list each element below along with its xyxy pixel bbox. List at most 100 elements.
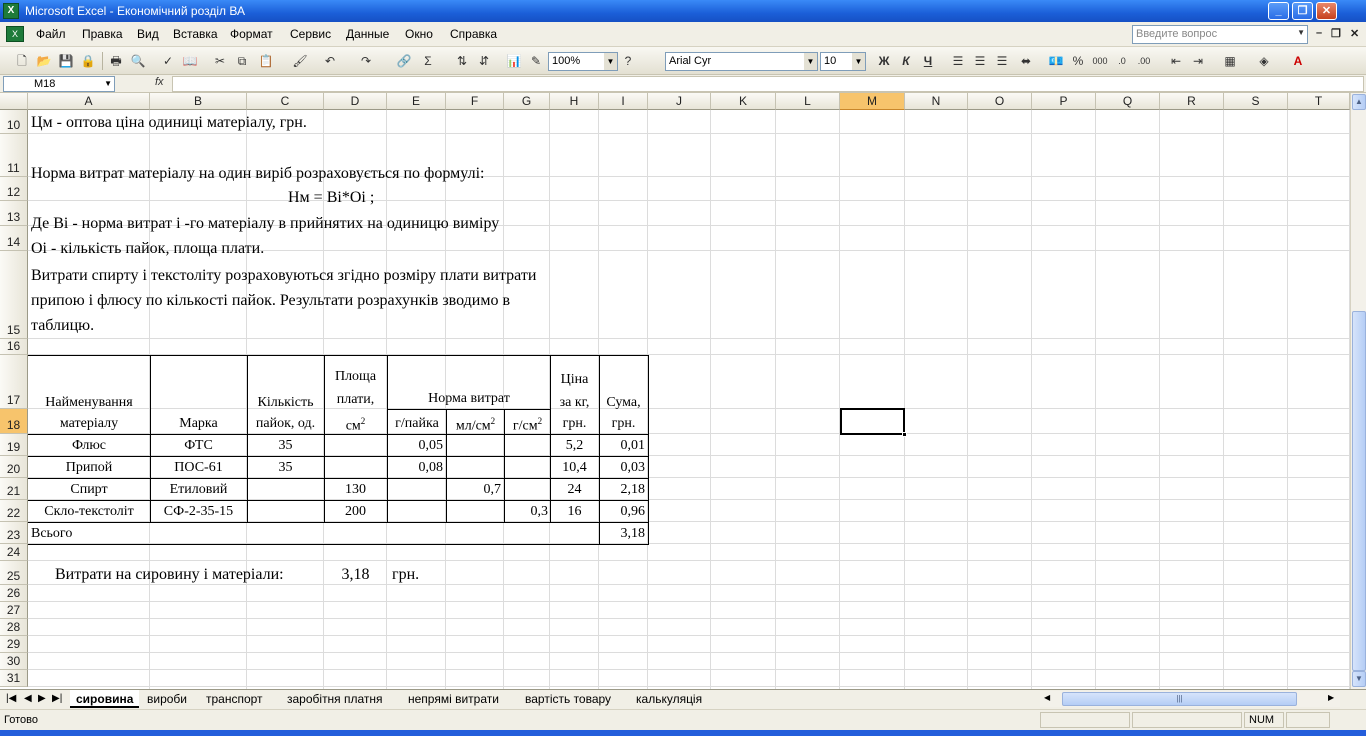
table-cell-qty[interactable]: 35 <box>247 438 324 454</box>
help-question-input[interactable]: Введите вопрос ▼ <box>1132 25 1308 44</box>
copy-icon[interactable]: ⧉ <box>234 53 250 69</box>
chevron-down-icon[interactable]: ▼ <box>852 53 865 70</box>
scroll-right-icon[interactable]: ▶ <box>1328 693 1334 702</box>
cell-a14[interactable]: Оі - кількість пайок, площа плати. <box>31 240 264 258</box>
increase-decimal-icon[interactable]: .0 <box>1114 53 1130 69</box>
menu-help[interactable]: Справка <box>450 27 497 41</box>
tab-sheet-salary[interactable]: заробітня платня <box>281 690 389 708</box>
new-icon[interactable]: 🗋 <box>14 53 30 69</box>
row-header-19[interactable]: 19 <box>0 434 28 456</box>
col-header-j[interactable]: J <box>648 93 711 110</box>
table-cell-mark[interactable]: ФТС <box>150 438 247 454</box>
table-cell-price[interactable]: 16 <box>550 504 599 520</box>
prev-sheet-icon[interactable]: ◀ <box>24 693 32 704</box>
font-size-select[interactable]: 10 ▼ <box>820 52 866 71</box>
cut-icon[interactable]: ✂ <box>212 53 228 69</box>
undo-icon[interactable]: ↶ <box>322 53 338 69</box>
row-header-20[interactable]: 20 <box>0 456 28 478</box>
row-header-27[interactable]: 27 <box>0 602 28 619</box>
col-header-i[interactable]: I <box>599 93 648 110</box>
table-cell-sum[interactable]: 0,01 <box>599 438 646 454</box>
tab-sheet-price[interactable]: вартість товару <box>519 690 617 708</box>
col-header-g[interactable]: G <box>504 93 550 110</box>
cell-a15-line3[interactable]: таблицю. <box>31 317 94 335</box>
tab-sheet-products[interactable]: вироби <box>141 690 193 708</box>
total-value[interactable]: 3,18 <box>599 526 646 542</box>
percent-icon[interactable]: % <box>1070 53 1086 69</box>
col-header-c[interactable]: C <box>247 93 324 110</box>
help-icon[interactable]: ? <box>620 53 636 69</box>
table-cell-mark[interactable]: Етиловий <box>150 482 247 498</box>
row-header-28[interactable]: 28 <box>0 619 28 636</box>
table-cell-price[interactable]: 10,4 <box>550 460 599 476</box>
autosum-icon[interactable]: Σ <box>420 53 436 69</box>
col-header-h[interactable]: H <box>550 93 599 110</box>
open-icon[interactable]: 📂 <box>36 53 52 69</box>
zoom-select[interactable]: 100% ▼ <box>548 52 618 71</box>
underline-button[interactable]: Ч <box>920 53 936 69</box>
scroll-left-icon[interactable]: ◀ <box>1044 693 1050 702</box>
hyperlink-icon[interactable]: 🔗 <box>396 53 412 69</box>
row-header-11[interactable]: 11 <box>0 134 28 177</box>
thousands-icon[interactable]: 000 <box>1092 53 1108 69</box>
cell-a12[interactable]: Нм = Ві*Оі ; <box>288 189 374 207</box>
cell-d25[interactable]: 3,18 <box>324 566 387 584</box>
workbook-icon[interactable]: X <box>6 26 24 42</box>
table-cell-price[interactable]: 24 <box>550 482 599 498</box>
table-cell-e[interactable]: 0,08 <box>388 460 444 476</box>
tab-sheet-indirect[interactable]: непрямі витрати <box>402 690 505 708</box>
save-icon[interactable]: 💾 <box>58 53 74 69</box>
tab-sheet-raw[interactable]: сировина <box>70 690 140 708</box>
last-sheet-icon[interactable]: ▶| <box>52 693 62 704</box>
row-header-23[interactable]: 23 <box>0 522 28 544</box>
decrease-indent-icon[interactable]: ⇤ <box>1168 53 1184 69</box>
permission-icon[interactable]: 🔒 <box>80 53 96 69</box>
scroll-up-icon[interactable]: ▲ <box>1352 94 1366 110</box>
maximize-button[interactable]: ❐ <box>1292 2 1313 20</box>
row-header-18[interactable]: 18 <box>0 409 28 434</box>
paste-icon[interactable]: 📋 <box>258 53 274 69</box>
doc-minimize-button[interactable]: – <box>1316 27 1322 39</box>
close-button[interactable]: ✕ <box>1316 2 1337 20</box>
table-cell-name[interactable]: Скло-текстоліт <box>28 504 150 520</box>
active-cell-cursor[interactable] <box>840 408 907 437</box>
chevron-down-icon[interactable]: ▼ <box>804 53 817 70</box>
col-header-l[interactable]: L <box>776 93 840 110</box>
table-cell-sum[interactable]: 0,03 <box>599 460 646 476</box>
row-header-22[interactable]: 22 <box>0 500 28 522</box>
function-icon[interactable]: fx <box>155 76 164 88</box>
col-header-s[interactable]: S <box>1224 93 1288 110</box>
row-header-25[interactable]: 25 <box>0 561 28 585</box>
row-header-31[interactable]: 31 <box>0 670 28 687</box>
vertical-scroll-thumb[interactable] <box>1352 311 1366 671</box>
col-header-f[interactable]: F <box>446 93 504 110</box>
bold-button[interactable]: Ж <box>876 53 892 69</box>
formula-input[interactable] <box>172 76 1364 92</box>
chevron-down-icon[interactable]: ▼ <box>104 77 112 91</box>
table-cell-name[interactable]: Припой <box>28 460 150 476</box>
italic-button[interactable]: К <box>898 53 914 69</box>
table-cell-f[interactable]: 0,7 <box>447 482 502 498</box>
scroll-down-icon[interactable]: ▼ <box>1352 671 1366 687</box>
col-header-n[interactable]: N <box>905 93 968 110</box>
menu-insert[interactable]: Вставка <box>173 27 218 41</box>
font-color-icon[interactable]: A <box>1290 53 1306 69</box>
table-cell-mark[interactable]: ПОС-61 <box>150 460 247 476</box>
spreadsheet-grid[interactable]: ABCDEFGHIJKLMNOPQRST 10 11 12 13 14 15 16 17 18 1… <box>0 93 1350 689</box>
row-header-16[interactable]: 16 <box>0 339 28 355</box>
spelling-icon[interactable]: ✓ <box>160 53 176 69</box>
horizontal-scroll-thumb[interactable]: ||| <box>1062 692 1297 706</box>
table-cell-name[interactable]: Спирт <box>28 482 150 498</box>
fill-color-icon[interactable]: ◈ <box>1256 53 1272 69</box>
select-all-corner[interactable] <box>0 93 28 110</box>
doc-restore-button[interactable]: ❐ <box>1331 27 1341 40</box>
print-icon[interactable]: 🖶 <box>108 53 124 69</box>
name-box[interactable]: M18 ▼ <box>3 76 115 92</box>
col-header-o[interactable]: O <box>968 93 1032 110</box>
menu-view[interactable]: Вид <box>137 27 159 41</box>
borders-icon[interactable]: ▦ <box>1222 53 1238 69</box>
col-header-p[interactable]: P <box>1032 93 1096 110</box>
menu-edit[interactable]: Правка <box>82 27 123 41</box>
row-header-26[interactable]: 26 <box>0 585 28 602</box>
table-cell-area[interactable]: 200 <box>324 504 387 520</box>
